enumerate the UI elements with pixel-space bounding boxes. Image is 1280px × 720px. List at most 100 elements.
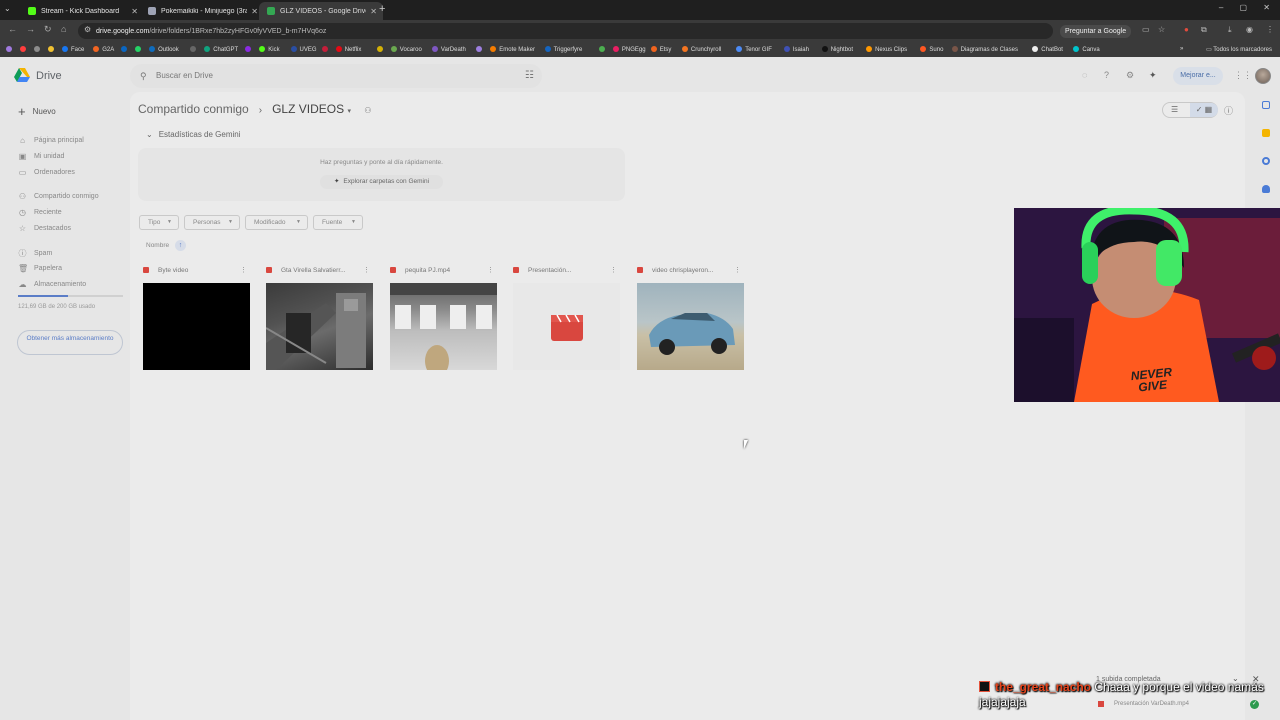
all-bookmarks-folder[interactable]: ▭ Todos los marcadores	[1206, 46, 1272, 53]
shared-folder-people-icon[interactable]: ⚇	[364, 106, 371, 115]
home-icon[interactable]: ⌂	[61, 24, 66, 34]
bookmark-item[interactable]: G2A	[93, 46, 114, 53]
bookmark-item[interactable]: Netflix	[335, 46, 361, 53]
bookmark-item[interactable]: ChatBot	[1032, 46, 1063, 53]
bookmark-item[interactable]	[476, 46, 485, 53]
bookmark-item[interactable]	[20, 46, 29, 53]
more-actions-icon[interactable]: ⋮	[487, 266, 494, 274]
explore-with-gemini-button[interactable]: ✦ Explorar carpetas con Gemini	[320, 175, 443, 189]
sidebar-item-drive[interactable]: ▣ Mi unidad	[18, 152, 65, 161]
details-info-icon[interactable]: ⓘ	[1224, 104, 1233, 117]
sidebar-item-people[interactable]: ⚇ Compartido conmigo	[18, 192, 99, 201]
file-card[interactable]: Presentación... ⋮	[508, 262, 622, 377]
sidebar-item-trash[interactable]: 🗑 Papelera	[18, 264, 62, 273]
sort-by-name-label[interactable]: Nombre	[146, 242, 169, 249]
bookmark-item[interactable]: Triggerfyre	[544, 46, 582, 53]
sidebar-item-cloud[interactable]: ☁ Almacenamiento	[18, 280, 87, 289]
new-button[interactable]: + Nuevo	[10, 100, 64, 122]
bookmark-item[interactable]: Emote Maker	[490, 46, 535, 53]
address-bar[interactable]: ⚙ drive.google.com/drive/folders/1BRxe7h…	[78, 23, 1053, 39]
filter-chip-modified[interactable]: Modificado ▼	[245, 215, 308, 230]
list-view-icon[interactable]: ☰	[1171, 103, 1178, 117]
calendar-addon-icon[interactable]	[1262, 101, 1270, 109]
bookmark-item[interactable]: Canva	[1073, 46, 1100, 53]
upgrade-button[interactable]: Mejorar e...	[1173, 67, 1223, 85]
account-avatar[interactable]	[1255, 68, 1271, 84]
search-options-icon[interactable]: ☷	[525, 64, 534, 88]
apps-grid-icon[interactable]: ⋮⋮	[1234, 70, 1252, 81]
tasks-addon-icon[interactable]	[1262, 157, 1270, 165]
bookmark-item[interactable]	[376, 46, 386, 53]
more-actions-icon[interactable]: ⋮	[734, 266, 741, 274]
bookmark-item[interactable]	[34, 46, 43, 53]
more-actions-icon[interactable]: ⋮	[610, 266, 617, 274]
browser-tab-kick[interactable]: Stream - Kick Dashboard ✕	[20, 2, 144, 20]
bookmark-item[interactable]: Nexus Clips	[866, 46, 907, 53]
drive-app-name[interactable]: Drive	[36, 70, 62, 82]
file-card[interactable]: Gta Virella Salvatierr... ⋮	[261, 262, 375, 377]
bookmark-item[interactable]: Crunchyroll	[681, 46, 721, 53]
bookmark-item[interactable]: Tenor GIF	[736, 46, 772, 53]
bookmark-item[interactable]: UVEG	[290, 46, 317, 53]
folder-dropdown-caret-icon[interactable]: ▾	[347, 108, 351, 115]
screen-cast-icon[interactable]: ▭	[1142, 25, 1150, 34]
extension-record-icon[interactable]: ●	[1184, 25, 1189, 34]
get-more-storage-button[interactable]: Obtener más almacenamiento	[17, 330, 123, 355]
browser-menu-icon[interactable]: ⋮	[1266, 25, 1274, 34]
filter-chip-people[interactable]: Personas ▼	[184, 215, 240, 230]
file-card[interactable]: video chrisplayeron... ⋮	[632, 262, 746, 377]
bookmark-item[interactable]: Diagramas de Clases	[951, 46, 1018, 53]
google-drive-logo-icon[interactable]	[14, 68, 30, 82]
search-icon[interactable]: ⚲	[140, 64, 147, 88]
collapse-chevron-icon[interactable]: ⌄	[146, 130, 153, 139]
bookmark-item[interactable]: Kick	[259, 46, 280, 53]
gemini-sparkle-icon[interactable]: ✦	[1149, 70, 1157, 81]
reload-icon[interactable]: ↻	[44, 24, 52, 35]
bookmark-item[interactable]: Outlook	[149, 46, 179, 53]
browser-tab-pokemaikiki[interactable]: Pokemaikiki - Minijuego (3ra G ✕	[140, 2, 264, 20]
back-arrow-icon[interactable]: ←	[8, 24, 17, 34]
bookmark-item[interactable]	[48, 46, 57, 53]
tab-search-chevron-icon[interactable]: ⌄	[4, 4, 11, 13]
forward-arrow-icon[interactable]: →	[26, 24, 35, 34]
tab-close-icon[interactable]: ✕	[370, 7, 377, 16]
bookmark-item[interactable]: PNGEgg	[612, 46, 646, 53]
settings-gear-icon[interactable]: ⚙	[1126, 70, 1134, 81]
drive-search-input[interactable]: ⚲ Buscar en Drive ☷	[130, 64, 542, 88]
bookmark-item[interactable]	[135, 46, 144, 53]
ask-google-button[interactable]: Preguntar a Google	[1060, 25, 1132, 38]
breadcrumb-parent[interactable]: Compartido conmigo	[138, 102, 249, 116]
bookmark-item[interactable]	[321, 46, 331, 53]
tab-close-icon[interactable]: ✕	[251, 7, 258, 16]
bookmark-item[interactable]: VarDeath	[431, 46, 466, 53]
contacts-addon-icon[interactable]	[1262, 185, 1270, 193]
bookmark-item[interactable]	[245, 46, 254, 53]
sort-ascending-arrow-icon[interactable]: ↑	[175, 240, 186, 251]
bookmark-item[interactable]: Nightbot	[821, 46, 853, 53]
download-icon[interactable]: ⤓	[1228, 25, 1232, 35]
more-bookmarks-chevron-icon[interactable]: »	[1180, 46, 1183, 52]
bookmark-item[interactable]: Face	[62, 46, 84, 53]
grid-view-icon[interactable]: ✓ ▦	[1190, 103, 1218, 117]
sidebar-item-clock[interactable]: ◷ Reciente	[18, 208, 62, 217]
sidebar-item-star[interactable]: ☆ Destacados	[18, 224, 71, 233]
new-tab-plus-icon[interactable]: +	[379, 3, 385, 15]
file-card[interactable]: pequita PJ.mp4 ⋮	[385, 262, 499, 377]
help-icon[interactable]: ?	[1104, 70, 1109, 80]
sidebar-item-spam[interactable]: ⓘ Spam	[18, 248, 53, 259]
more-actions-icon[interactable]: ⋮	[240, 266, 247, 274]
bookmark-item[interactable]: Vocaroo	[390, 46, 422, 53]
bookmark-item[interactable]: Isaiah	[783, 46, 809, 53]
extensions-puzzle-icon[interactable]: ⧉	[1201, 25, 1207, 35]
more-actions-icon[interactable]: ⋮	[363, 266, 370, 274]
tab-close-icon[interactable]: ✕	[131, 7, 138, 16]
file-card[interactable]: Byte video ⋮	[138, 262, 252, 377]
breadcrumb-current-folder[interactable]: GLZ VIDEOS	[272, 102, 344, 116]
bookmark-item[interactable]	[6, 46, 15, 53]
window-controls[interactable]: – ▢ ✕	[1219, 3, 1270, 12]
bookmark-star-icon[interactable]: ☆	[1158, 25, 1165, 34]
offline-status-icon[interactable]: ◌	[1082, 70, 1087, 80]
bookmark-item[interactable]	[598, 46, 608, 53]
profile-icon[interactable]: ◉	[1246, 25, 1253, 34]
site-info-icon[interactable]: ⚙	[84, 25, 91, 34]
